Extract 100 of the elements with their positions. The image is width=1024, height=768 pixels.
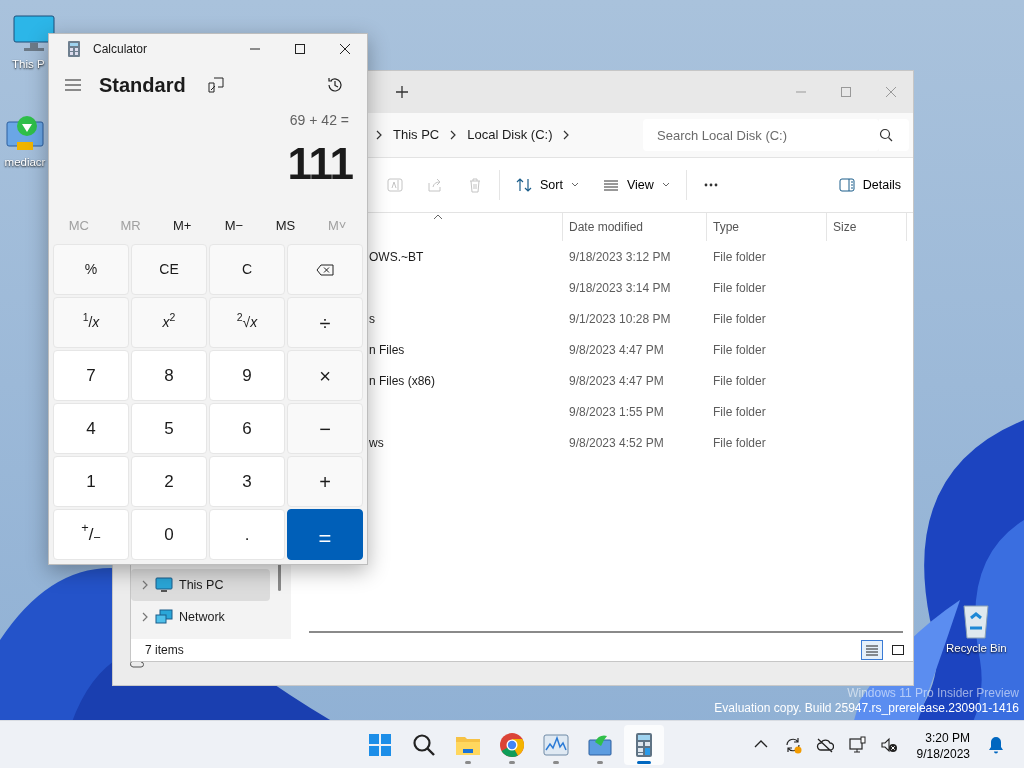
operator-button[interactable]: $^{1}$/x [53, 297, 129, 348]
equals-button[interactable]: = [287, 509, 363, 560]
file-name[interactable]: ws [369, 435, 384, 450]
operator-button[interactable]: % [53, 244, 129, 295]
type-cell: File folder [713, 435, 766, 450]
list-icon [865, 644, 879, 656]
browser-icon [499, 732, 525, 758]
file-name[interactable]: n Files [369, 342, 405, 357]
breadcrumb-link[interactable]: This PC [383, 125, 450, 145]
caret-icon [661, 182, 670, 188]
column-header[interactable]: Date modified [569, 218, 644, 236]
date-cell: 9/18/2023 3:14 PM [569, 280, 671, 295]
maximize-icon [839, 86, 852, 98]
start-icon [367, 732, 393, 758]
caret-icon [570, 182, 579, 188]
search-field[interactable]: Search Local Disk (C:) [643, 119, 879, 151]
type-cell: File folder [713, 342, 766, 357]
operator-button[interactable]: × [287, 350, 363, 401]
bell-icon [988, 736, 1004, 754]
search-icon [411, 732, 437, 758]
watermark-text: Evaluation copy. Build 25947.rs_prerelease.230901-1416 [714, 701, 1019, 716]
sort-button[interactable]: Sort [504, 168, 591, 202]
sync-icon [783, 736, 802, 754]
window-title: Calculator [93, 41, 148, 58]
nav-item[interactable]: This PC [131, 569, 270, 601]
scrollbar-thumb[interactable] [278, 563, 281, 591]
square-icon [891, 644, 905, 656]
digit-button[interactable]: 6 [209, 403, 285, 454]
type-cell: File folder [713, 280, 766, 295]
rename-icon [387, 177, 403, 193]
menu-icon [65, 79, 81, 92]
memory-button[interactable]: MS [259, 209, 312, 242]
digit-button[interactable]: 2 [131, 456, 207, 507]
operator-button[interactable]: $^{2}$√x [209, 297, 285, 348]
cloud-off-icon [815, 736, 834, 754]
digit-button[interactable]: 1 [53, 456, 129, 507]
memory-button[interactable]: M+ [156, 209, 208, 242]
nav-item[interactable]: Network [131, 601, 270, 633]
share-icon [427, 177, 443, 193]
operator-button[interactable]: ÷ [287, 297, 363, 348]
mode-title: Standard [99, 73, 186, 99]
status-text: 7 items [145, 642, 184, 659]
type-cell: File folder [713, 373, 766, 388]
type-cell: File folder [713, 404, 766, 419]
chart-icon [543, 732, 569, 758]
date-cell: 9/8/2023 4:47 PM [569, 373, 664, 388]
breadcrumb-link[interactable]: Local Disk (C:) [457, 125, 563, 145]
digit-button[interactable]: 9 [209, 350, 285, 401]
file-name[interactable]: n Files (x86) [369, 373, 436, 388]
chevron-icon [449, 130, 458, 140]
maximize-icon [293, 43, 306, 55]
sort-icon [516, 177, 532, 193]
operator-button[interactable]: x$^{2}$ [131, 297, 207, 348]
file-name[interactable]: OWS.~BT [369, 249, 424, 264]
result-display: 111 [287, 137, 353, 190]
chevron-icon [562, 130, 571, 140]
monitor-icon [155, 577, 173, 593]
clock-button[interactable]: 3:20 PM 9/18/2023 [916, 730, 970, 760]
chevron-icon [141, 580, 149, 590]
network-icon [155, 609, 173, 625]
history-icon [325, 76, 344, 95]
type-cell: File folder [713, 311, 766, 326]
date-cell: 9/8/2023 4:52 PM [569, 435, 664, 450]
date-cell: 9/18/2023 3:12 PM [569, 249, 671, 264]
operator-button[interactable]: − [287, 403, 363, 454]
digit-button[interactable]: 8 [131, 350, 207, 401]
memory-button[interactable]: M− [208, 209, 260, 242]
close-icon [338, 43, 351, 55]
scrollbar[interactable] [309, 631, 903, 633]
digit-button[interactable]: 7 [53, 350, 129, 401]
pin-window-icon [208, 77, 225, 94]
view-icon [602, 177, 619, 193]
date-cell: 9/8/2023 1:55 PM [569, 404, 664, 419]
expression-text: 69 + 42 = [289, 110, 349, 130]
trash-icon [467, 177, 483, 193]
details-button[interactable]: Details [826, 168, 913, 202]
chevron-icon [141, 612, 149, 622]
digit-button[interactable]: 3 [209, 456, 285, 507]
date-cell: 9/1/2023 10:28 PM [569, 311, 671, 326]
digit-button[interactable]: . [209, 509, 285, 560]
ethernet-icon [847, 736, 866, 754]
type-cell: File folder [713, 249, 766, 264]
digit-button[interactable]: 5 [131, 403, 207, 454]
column-header[interactable]: Size [833, 218, 857, 236]
digit-button[interactable]: $^{+}$/$_{−}$ [53, 509, 129, 560]
view-button[interactable]: View [590, 168, 682, 202]
file-name[interactable]: s [369, 311, 375, 326]
operator-button[interactable]: C [209, 244, 285, 295]
calculator-icon [67, 40, 81, 58]
desktop-icon-label[interactable]: Recycle Bin [946, 640, 1007, 658]
column-header[interactable]: Type [713, 218, 739, 236]
digit-button[interactable]: 0 [131, 509, 207, 560]
digit-button[interactable]: 4 [53, 403, 129, 454]
date-cell: 9/8/2023 4:47 PM [569, 342, 664, 357]
details-view-button[interactable] [861, 640, 883, 660]
backspace-button[interactable] [287, 244, 363, 295]
search-icon [879, 128, 893, 142]
speaker-muted-icon [879, 736, 898, 754]
operator-button[interactable]: CE [131, 244, 207, 295]
operator-button[interactable]: + [287, 456, 363, 507]
